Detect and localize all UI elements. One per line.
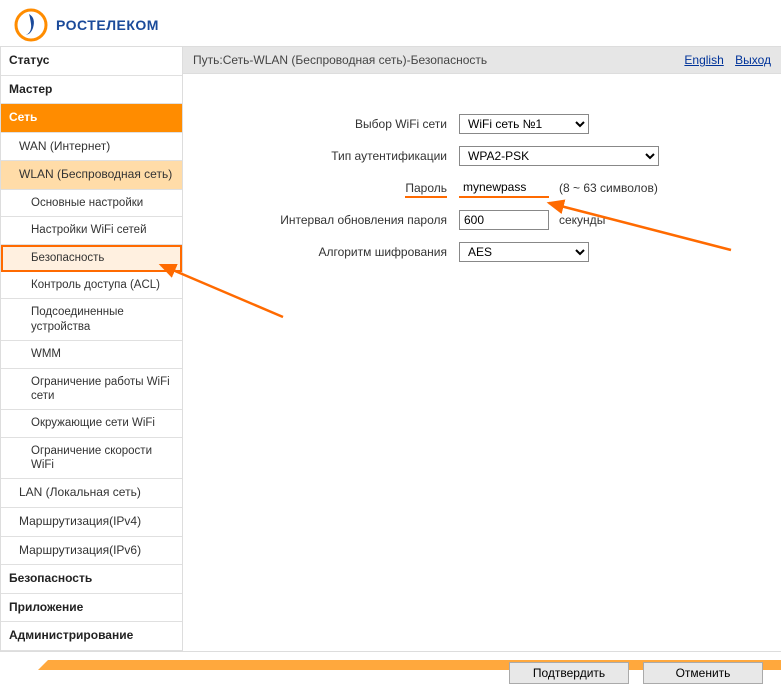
lbl-encryption: Алгоритм шифрования bbox=[193, 245, 453, 259]
lbl-auth: Тип аутентификации bbox=[193, 149, 453, 163]
unit-interval: секунды bbox=[555, 213, 605, 227]
link-exit[interactable]: Выход bbox=[735, 53, 771, 67]
nav-wlan-acl[interactable]: Контроль доступа (ACL) bbox=[1, 272, 182, 299]
footer: Подтвердить Отменить bbox=[0, 651, 781, 693]
sidebar: Статус Мастер Сеть WAN (Интернет) WLAN (… bbox=[0, 47, 183, 651]
breadcrumb: Путь:Сеть-WLAN (Беспроводная сеть)-Безоп… bbox=[193, 53, 487, 67]
input-password[interactable] bbox=[459, 178, 549, 195]
nav-wlan-connected[interactable]: Подсоединенные устройства bbox=[1, 299, 182, 341]
nav-wlan-basic[interactable]: Основные настройки bbox=[1, 190, 182, 217]
breadcrumb-bar: Путь:Сеть-WLAN (Беспроводная сеть)-Безоп… bbox=[183, 47, 781, 74]
link-english[interactable]: English bbox=[684, 53, 723, 67]
nav-lan[interactable]: LAN (Локальная сеть) bbox=[1, 479, 182, 508]
nav-wlan-limit-speed[interactable]: Ограничение скорости WiFi bbox=[1, 438, 182, 480]
select-wifi-network[interactable]: WiFi сеть №1 bbox=[459, 114, 589, 134]
nav-wan[interactable]: WAN (Интернет) bbox=[1, 133, 182, 162]
select-encryption[interactable]: AES bbox=[459, 242, 589, 262]
select-auth-type[interactable]: WPA2-PSK bbox=[459, 146, 659, 166]
lbl-password: Пароль bbox=[193, 181, 453, 195]
nav-master[interactable]: Мастер bbox=[1, 76, 182, 105]
nav-wlan[interactable]: WLAN (Беспроводная сеть) bbox=[1, 161, 182, 190]
nav-route6[interactable]: Маршрутизация(IPv6) bbox=[1, 537, 182, 566]
nav-status[interactable]: Статус bbox=[1, 47, 182, 76]
header: РОСТЕЛЕКОМ bbox=[0, 0, 781, 46]
nav-wlan-security[interactable]: Безопасность bbox=[1, 245, 182, 272]
input-interval[interactable] bbox=[459, 210, 549, 230]
nav-app[interactable]: Приложение bbox=[1, 594, 182, 623]
nav-wlan-limit-work[interactable]: Ограничение работы WiFi сети bbox=[1, 369, 182, 411]
brand-name: РОСТЕЛЕКОМ bbox=[56, 17, 159, 33]
form-area: Выбор WiFi сети WiFi сеть №1 Тип аутенти… bbox=[183, 114, 781, 262]
nav-admin[interactable]: Администрирование bbox=[1, 622, 182, 651]
lbl-wifi-select: Выбор WiFi сети bbox=[193, 117, 453, 131]
nav-network[interactable]: Сеть bbox=[1, 104, 182, 133]
nav-wlan-wmm[interactable]: WMM bbox=[1, 341, 182, 368]
cancel-button[interactable]: Отменить bbox=[643, 662, 763, 684]
nav-security[interactable]: Безопасность bbox=[1, 565, 182, 594]
nav-wlan-surround[interactable]: Окружающие сети WiFi bbox=[1, 410, 182, 437]
rostelecom-logo-icon bbox=[14, 8, 48, 42]
hint-password: (8 ~ 63 символов) bbox=[555, 181, 658, 195]
main-panel: Путь:Сеть-WLAN (Беспроводная сеть)-Безоп… bbox=[183, 47, 781, 651]
nav-route4[interactable]: Маршрутизация(IPv4) bbox=[1, 508, 182, 537]
nav-wlan-wifi-settings[interactable]: Настройки WiFi сетей bbox=[1, 217, 182, 244]
lbl-interval: Интервал обновления пароля bbox=[193, 213, 453, 227]
apply-button[interactable]: Подтвердить bbox=[509, 662, 629, 684]
